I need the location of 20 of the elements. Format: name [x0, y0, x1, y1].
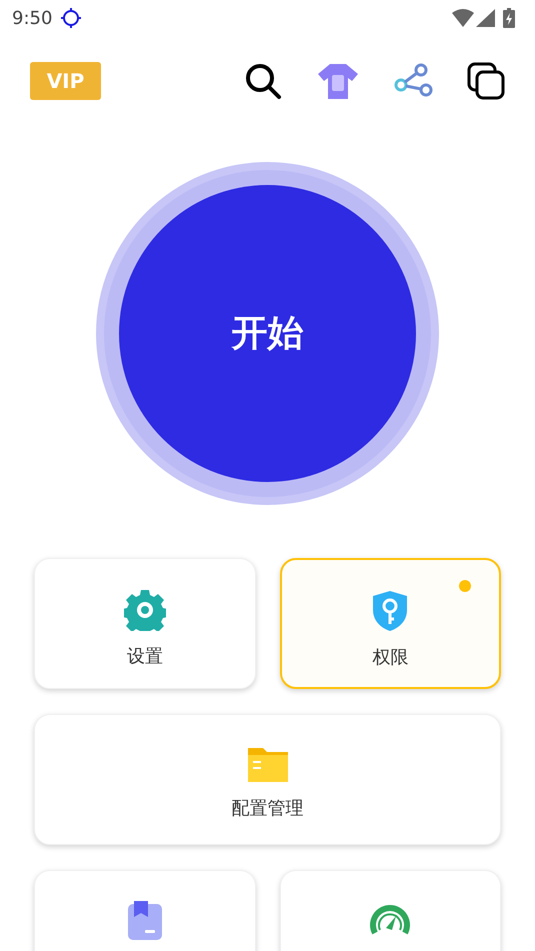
battery-icon — [503, 8, 515, 28]
copy-icon[interactable] — [467, 62, 505, 100]
tile-card[interactable]: 权限 — [280, 558, 501, 689]
tile-label: 权限 — [372, 646, 408, 670]
tile-card[interactable]: 配置管理 — [34, 714, 501, 845]
tile-label: 设置 — [126, 645, 163, 669]
tile-label: 配置管理 — [232, 797, 304, 821]
status-time: 9:50 — [12, 6, 52, 30]
box-icon — [126, 901, 163, 941]
shield-key-icon — [371, 590, 410, 632]
tile-card[interactable]: 设置 — [34, 558, 256, 689]
location-icon — [60, 7, 82, 29]
search-icon[interactable] — [243, 61, 283, 101]
start-button[interactable]: 开始 — [119, 185, 416, 482]
signal-icon — [476, 9, 495, 27]
share-icon[interactable] — [393, 63, 433, 99]
gear-icon — [124, 589, 166, 631]
folder-icon — [246, 745, 288, 783]
wifi-icon — [452, 9, 474, 27]
shirt-icon[interactable] — [317, 63, 359, 99]
